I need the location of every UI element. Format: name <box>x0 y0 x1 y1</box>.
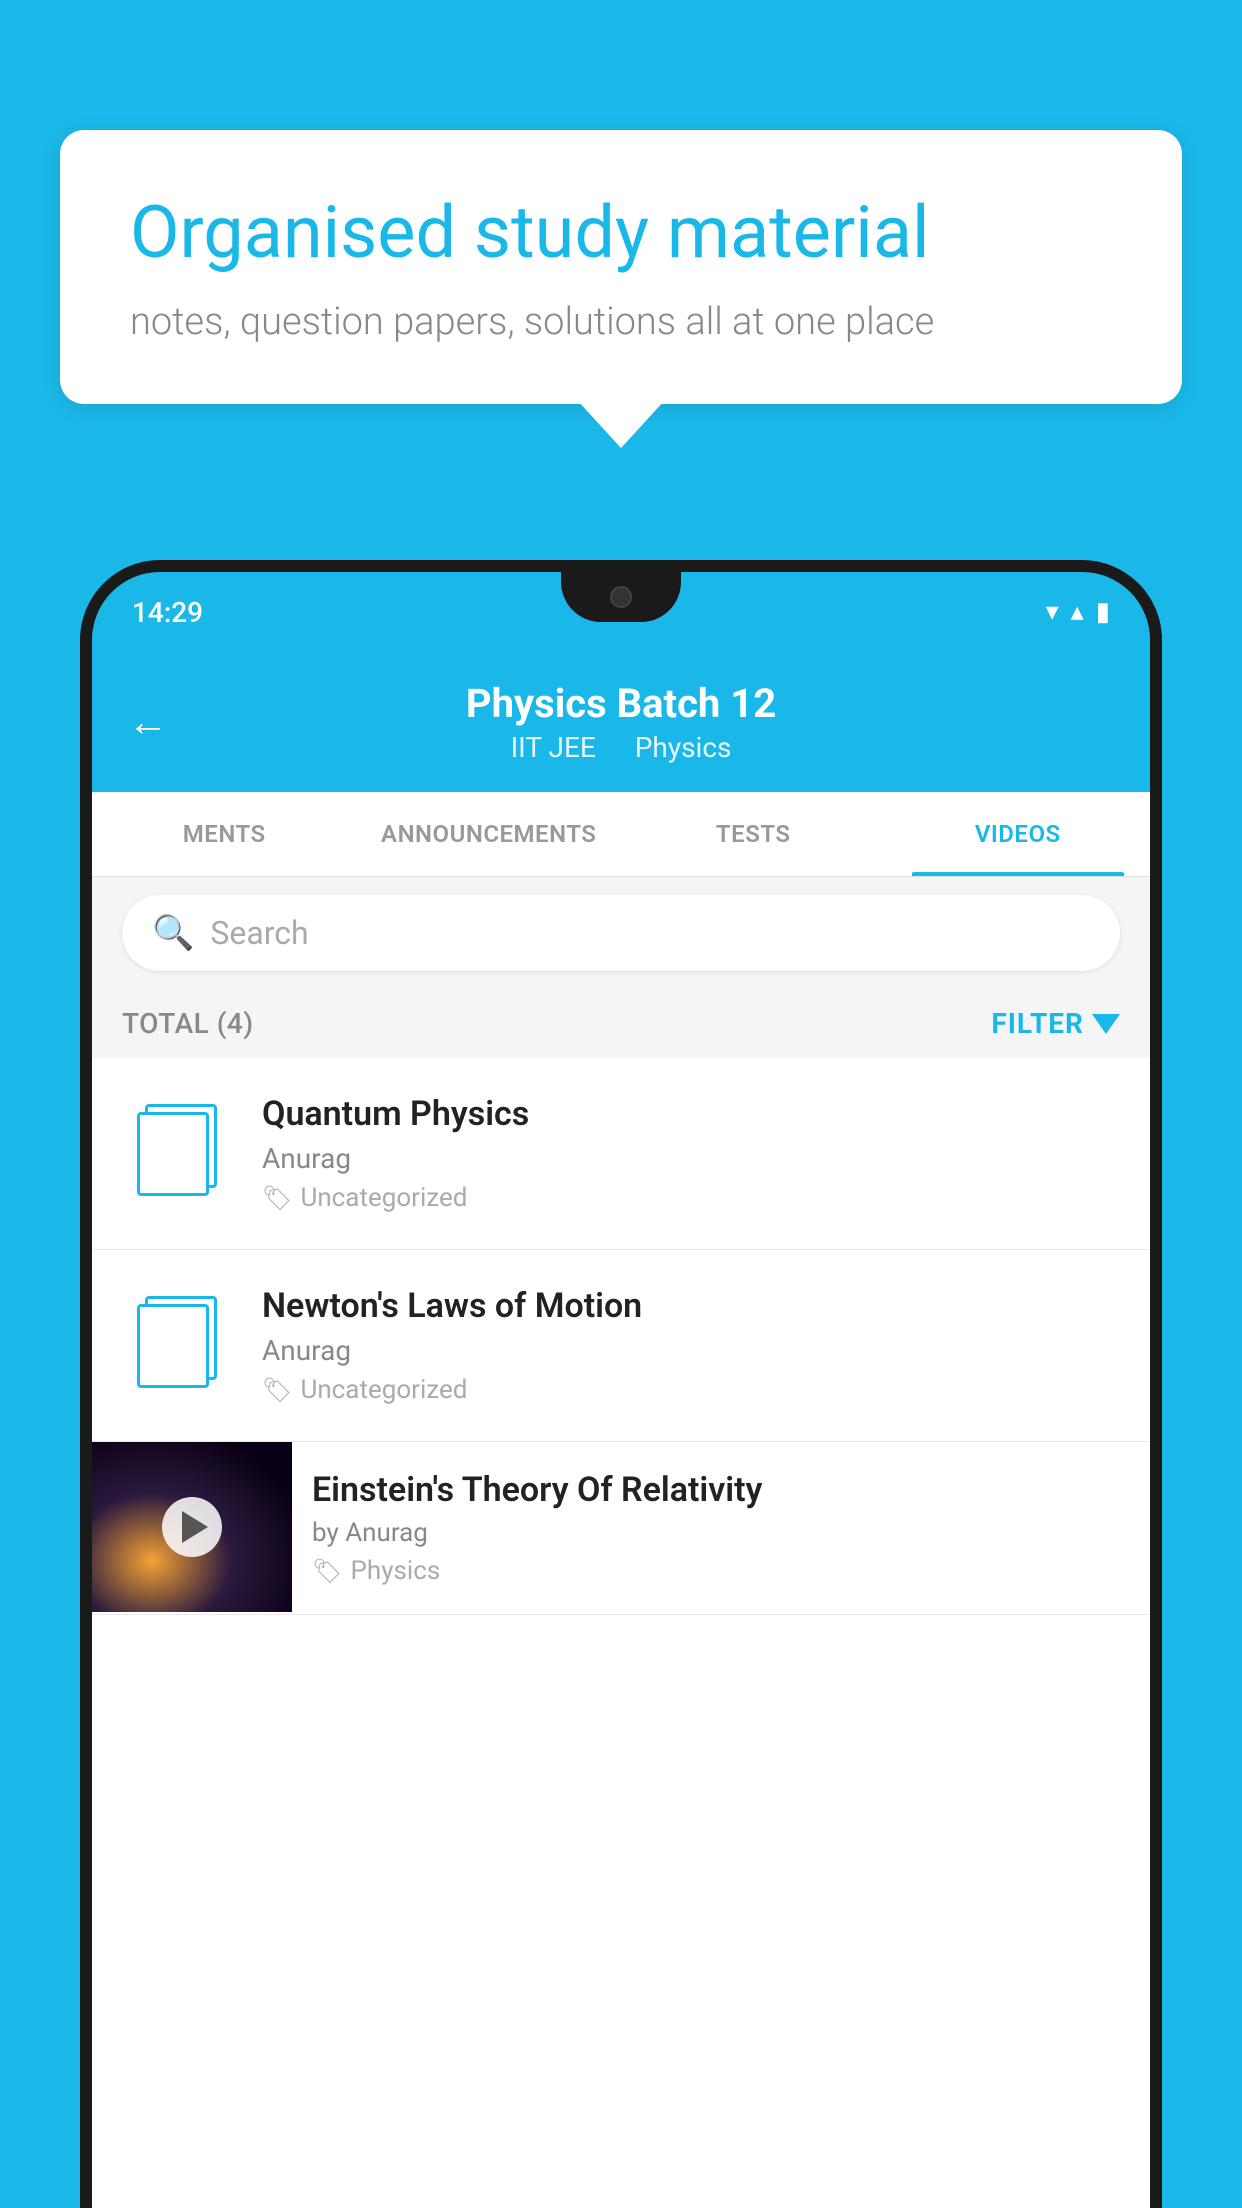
promo-section: Organised study material notes, question… <box>60 130 1182 404</box>
tag-label-3: Physics <box>350 1556 440 1586</box>
video-doc-icon-wrap <box>122 1094 232 1204</box>
tab-tests[interactable]: TESTS <box>621 792 886 876</box>
page1 <box>137 1112 209 1196</box>
tag-icon-3: 🏷 <box>312 1557 342 1585</box>
video-item[interactable]: Quantum Physics Anurag 🏷 Uncategorized <box>92 1058 1150 1250</box>
tag-label: Uncategorized <box>300 1183 467 1213</box>
wifi-icon: ▾ <box>1046 597 1059 627</box>
header-subtitle: IIT JEE Physics <box>132 731 1110 764</box>
video-doc-icon-wrap-2 <box>122 1286 232 1396</box>
tag-icon: 🏷 <box>262 1184 292 1212</box>
battery-icon: ▮ <box>1096 597 1110 627</box>
header-title: Physics Batch 12 <box>132 680 1110 727</box>
tab-videos[interactable]: VIDEOS <box>886 792 1151 876</box>
filter-row: TOTAL (4) FILTER <box>92 989 1150 1058</box>
search-bar[interactable]: 🔍 Search <box>122 895 1120 971</box>
status-bar: 14:29 ▾ ▴ ▮ <box>92 572 1150 652</box>
phone-frame: 14:29 ▾ ▴ ▮ ← Physics Batch 12 IIT JEE P… <box>80 560 1162 2208</box>
video-item-thumb[interactable]: Einstein's Theory Of Relativity by Anura… <box>92 1442 1150 1615</box>
video-title-2: Newton's Laws of Motion <box>262 1286 1120 1326</box>
phone-inner: 14:29 ▾ ▴ ▮ ← Physics Batch 12 IIT JEE P… <box>92 572 1150 2208</box>
promo-title: Organised study material <box>130 190 1112 276</box>
video-author: Anurag <box>262 1142 1120 1175</box>
video-tag-3: 🏷 Physics <box>312 1556 1130 1586</box>
video-list: Quantum Physics Anurag 🏷 Uncategorized <box>92 1058 1150 1615</box>
header-subtitle-left: IIT JEE <box>511 731 596 764</box>
search-bar-wrap: 🔍 Search <box>92 877 1150 989</box>
video-title-3: Einstein's Theory Of Relativity <box>312 1470 1130 1510</box>
status-time: 14:29 <box>132 596 203 629</box>
tag-label-2: Uncategorized <box>300 1375 467 1405</box>
status-icons: ▾ ▴ ▮ <box>1046 597 1110 627</box>
filter-icon <box>1092 1014 1120 1034</box>
tabs-bar: MENTS ANNOUNCEMENTS TESTS VIDEOS <box>92 792 1150 877</box>
app-screen: ← Physics Batch 12 IIT JEE Physics MENTS… <box>92 652 1150 2208</box>
play-button[interactable] <box>162 1497 222 1557</box>
video-meta-2: Newton's Laws of Motion Anurag 🏷 Uncateg… <box>262 1286 1120 1405</box>
filter-label: FILTER <box>991 1007 1084 1040</box>
search-icon: 🔍 <box>152 913 194 953</box>
video-tag-2: 🏷 Uncategorized <box>262 1375 1120 1405</box>
page1b <box>137 1304 209 1388</box>
signal-icon: ▴ <box>1071 597 1084 627</box>
back-button[interactable]: ← <box>128 699 168 746</box>
tab-ments[interactable]: MENTS <box>92 792 357 876</box>
tag-icon-2: 🏷 <box>262 1376 292 1404</box>
video-author-3: by Anurag <box>312 1518 1130 1548</box>
video-tag: 🏷 Uncategorized <box>262 1183 1120 1213</box>
play-icon <box>182 1511 208 1543</box>
camera-dot <box>610 586 632 608</box>
video-title: Quantum Physics <box>262 1094 1120 1134</box>
tab-announcements[interactable]: ANNOUNCEMENTS <box>357 792 622 876</box>
app-header: ← Physics Batch 12 IIT JEE Physics <box>92 652 1150 792</box>
search-placeholder: Search <box>210 914 308 952</box>
video-meta: Quantum Physics Anurag 🏷 Uncategorized <box>262 1094 1120 1213</box>
doc-icon <box>137 1102 217 1196</box>
notch-cutout <box>561 572 681 622</box>
video-author-2: Anurag <box>262 1334 1120 1367</box>
video-item[interactable]: Newton's Laws of Motion Anurag 🏷 Uncateg… <box>92 1250 1150 1442</box>
thumbnail-wrap <box>92 1442 292 1612</box>
thumb-meta: Einstein's Theory Of Relativity by Anura… <box>292 1442 1150 1614</box>
doc-icon-2 <box>137 1294 217 1388</box>
filter-button[interactable]: FILTER <box>991 1007 1120 1040</box>
promo-subtitle: notes, question papers, solutions all at… <box>130 300 1112 344</box>
total-count: TOTAL (4) <box>122 1007 254 1040</box>
speech-bubble: Organised study material notes, question… <box>60 130 1182 404</box>
header-subtitle-right: Physics <box>635 731 732 764</box>
